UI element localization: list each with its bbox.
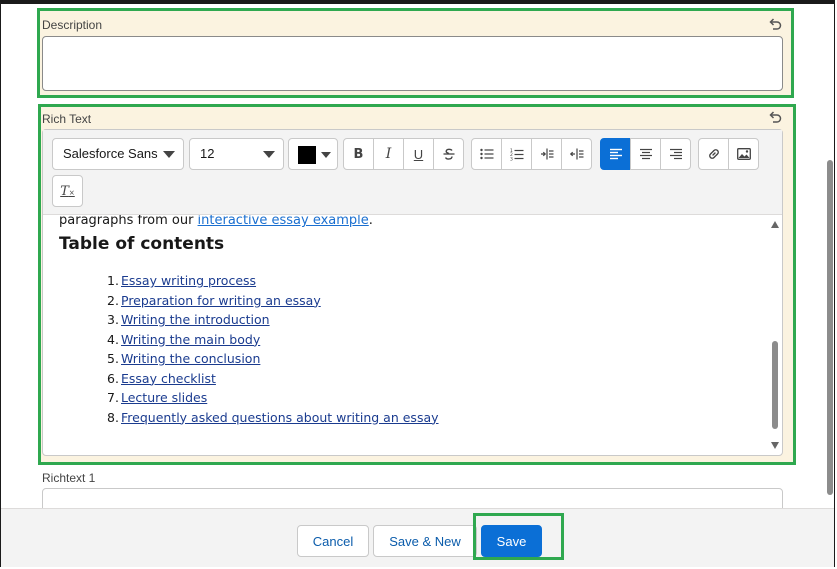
highlight-save	[473, 513, 564, 560]
richtext1-label: Richtext 1	[42, 471, 96, 485]
highlight-rich-text	[38, 104, 796, 465]
page-scroll-thumb[interactable]	[827, 160, 833, 495]
cancel-button[interactable]: Cancel	[297, 525, 369, 557]
save-and-new-button[interactable]: Save & New	[373, 525, 477, 557]
highlight-description	[37, 8, 794, 98]
